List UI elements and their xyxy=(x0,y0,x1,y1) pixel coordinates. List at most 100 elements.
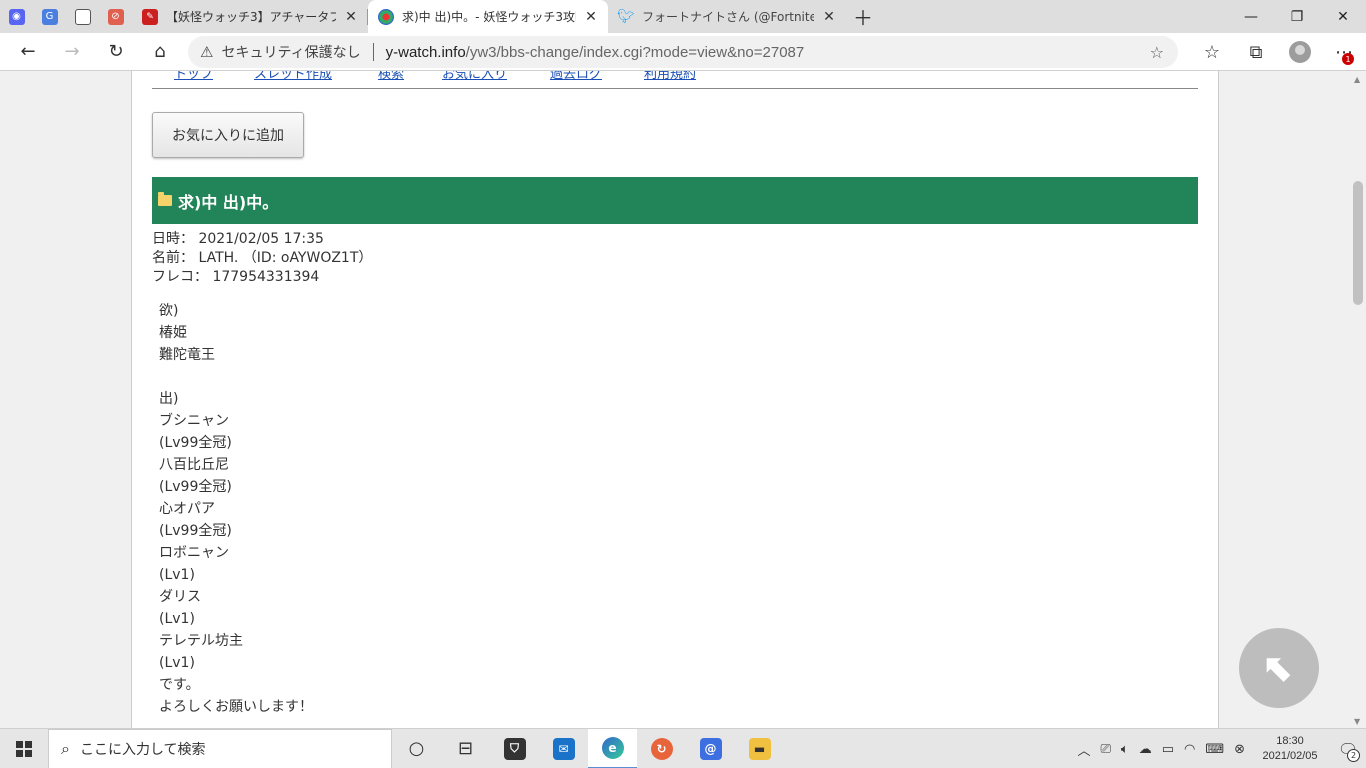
page-viewport: トップ スレッド作成 検索 お気に入り 過去ログ 利用規約 お気に入りに追加 求… xyxy=(0,71,1350,728)
post-friend-code: フレコ： 177954331394 xyxy=(152,268,372,287)
post-body: 欲) 椿姫 難陀竜王 出) ブシニャン (Lv99全冠) 八百比丘尼 (Lv99… xyxy=(159,300,313,718)
body-line: 難陀竜王 xyxy=(159,347,215,363)
battery-icon[interactable]: ▭ xyxy=(1157,742,1179,757)
scrollbar-thumb[interactable] xyxy=(1353,181,1363,305)
close-icon[interactable]: ✕ xyxy=(582,9,600,25)
notification-center-button[interactable]: 🗨︎ 2 xyxy=(1330,729,1366,768)
close-icon[interactable]: ✕ xyxy=(820,9,838,25)
device-icon[interactable]: ⎚ xyxy=(1095,742,1115,757)
body-line: 出) xyxy=(159,391,179,407)
clock[interactable]: 18:30 2021/02/05 xyxy=(1250,734,1330,764)
body-line: よろしくお願いします！ xyxy=(159,699,313,715)
body-line xyxy=(159,366,313,388)
back-button[interactable]: ← xyxy=(6,33,50,71)
body-line: ブシニャン xyxy=(159,413,229,429)
nav-link-create-thread[interactable]: スレッド作成 xyxy=(254,71,332,82)
keyboard-icon[interactable]: ⌨ xyxy=(1200,742,1229,757)
file-explorer-icon[interactable]: ▬ xyxy=(735,729,784,768)
maximize-button[interactable]: ❐ xyxy=(1274,0,1320,33)
page-scrollbar[interactable]: ▲ ▼ xyxy=(1350,71,1366,728)
name-label: 名前： xyxy=(152,250,194,266)
favorites-icon[interactable]: ☆ xyxy=(1190,33,1234,71)
clock-date: 2021/02/05 xyxy=(1262,750,1318,762)
blank-page-icon xyxy=(74,8,91,25)
refresh-button[interactable]: ↻ xyxy=(94,33,138,71)
discord-icon: ◉ xyxy=(8,8,25,25)
body-line: (Lv99全冠) xyxy=(159,435,232,451)
pinned-tab-translate[interactable]: G xyxy=(33,0,66,33)
edge-icon[interactable]: e xyxy=(588,728,637,768)
tab-youkai-watch-tablet[interactable]: ✎ 【妖怪ウォッチ3】アチャータブレットは… ✕ xyxy=(132,0,368,33)
new-tab-button[interactable]: ＋ xyxy=(846,0,880,33)
close-window-button[interactable]: ✕ xyxy=(1320,0,1366,33)
scroll-up-icon[interactable]: ▲ xyxy=(1354,75,1360,84)
window-controls: — ❐ ✕ xyxy=(1228,0,1366,33)
wifi-icon[interactable]: ◠ xyxy=(1179,742,1200,757)
body-line: (Lv1) xyxy=(159,567,195,583)
search-placeholder: ここに入力して検索 xyxy=(79,741,206,758)
cortana-button[interactable]: ○ xyxy=(392,729,441,768)
post-meta: 日時： 2021/02/05 17:35 名前： LATH. （ID: oAYW… xyxy=(152,230,372,287)
store-icon[interactable]: ⛉ xyxy=(490,729,539,768)
profile-button[interactable] xyxy=(1278,33,1322,71)
taskbar-search[interactable]: ⌕ ここに入力して検索 xyxy=(48,728,392,768)
twitter-icon: 🐦︎ xyxy=(617,8,635,25)
security-label[interactable]: セキュリティ保護なし xyxy=(221,42,360,62)
warning-icon[interactable]: ⚠ xyxy=(200,43,213,61)
top-nav: トップ スレッド作成 検索 お気に入り 過去ログ 利用規約 xyxy=(152,71,1198,89)
tab-current-post[interactable]: 求)中 出)中。- 妖怪ウォッチ3攻略情… ✕ xyxy=(368,0,608,33)
app-icon[interactable]: ↻ xyxy=(637,729,686,768)
settings-menu-button[interactable]: ⋯ 1 xyxy=(1322,33,1366,71)
google-translate-icon: G xyxy=(41,8,58,25)
volume-icon[interactable]: 🔈︎ xyxy=(1116,742,1134,757)
body-line: (Lv1) xyxy=(159,611,195,627)
nav-link-search[interactable]: 検索 xyxy=(378,71,404,82)
cloud-icon[interactable]: ☁ xyxy=(1134,742,1157,757)
scroll-to-top-button[interactable]: ⬉ xyxy=(1239,628,1319,708)
search-icon: ⌕ xyxy=(61,738,70,758)
avatar xyxy=(1289,41,1311,63)
scroll-down-icon[interactable]: ▼ xyxy=(1354,717,1360,726)
body-line: (Lv99全冠) xyxy=(159,523,232,539)
email-client-icon[interactable]: @ xyxy=(686,729,735,768)
chevron-up-icon[interactable]: ︿ xyxy=(1072,740,1095,759)
forward-button[interactable]: → xyxy=(50,33,94,71)
pinned-tab-blank[interactable] xyxy=(66,0,99,33)
minimize-button[interactable]: — xyxy=(1228,0,1274,33)
tab-fortnite-twitter[interactable]: 🐦︎ フォートナイトさん (@FortniteJP) / Tw… ✕ xyxy=(608,0,846,33)
address-bar[interactable]: ⚠ セキュリティ保護なし y-watch.info/yw3/bbs-change… xyxy=(188,36,1178,68)
friend-code-label: フレコ： xyxy=(152,269,208,285)
url-path: /yw3/bbs-change/index.cgi?mode=view&no=2… xyxy=(465,43,805,61)
browser-toolbar: ← → ↻ ⌂ ⚠ セキュリティ保護なし y-watch.info/yw3/bb… xyxy=(0,33,1366,71)
url-text[interactable]: y-watch.info/yw3/bbs-change/index.cgi?mo… xyxy=(386,44,805,61)
system-tray: ︿ ⎚ 🔈︎ ☁ ▭ ◠ ⌨ ⊗ 18:30 2021/02/05 🗨︎ 2 xyxy=(1072,729,1366,768)
body-line: 欲) xyxy=(159,303,179,319)
body-line: ロボニャン xyxy=(159,545,229,561)
nav-link-favorites[interactable]: お気に入り xyxy=(442,71,507,82)
pinned-tab-extension[interactable]: ⊘ xyxy=(99,0,132,33)
body-line: 心オパア xyxy=(159,501,215,517)
friend-code-value: 177954331394 xyxy=(212,269,320,285)
clock-time: 18:30 xyxy=(1276,735,1304,747)
nav-link-top[interactable]: トップ xyxy=(174,71,213,82)
tab-favicon-icon: ✎ xyxy=(142,8,158,25)
add-favorite-icon[interactable]: ☆ xyxy=(1150,43,1164,62)
extension-icon: ⊘ xyxy=(107,8,124,25)
home-button[interactable]: ⌂ xyxy=(138,33,182,71)
post-title: 求)中 出)中。 xyxy=(178,192,279,212)
mail-icon[interactable]: ✉ xyxy=(539,729,588,768)
nav-link-terms[interactable]: 利用規約 xyxy=(644,71,696,82)
notification-badge: 1 xyxy=(1342,53,1354,65)
page-container: トップ スレッド作成 検索 お気に入り 過去ログ 利用規約 お気に入りに追加 求… xyxy=(131,71,1219,728)
nav-link-archive[interactable]: 過去ログ xyxy=(550,71,602,82)
close-icon[interactable]: ✕ xyxy=(342,9,360,25)
start-button[interactable] xyxy=(0,729,48,768)
ime-icon[interactable]: ⊗ xyxy=(1229,742,1250,757)
collections-icon[interactable]: ⧉ xyxy=(1234,33,1278,71)
pinned-tab-discord[interactable]: ◉ xyxy=(0,0,33,33)
body-line: 八百比丘尼 xyxy=(159,457,229,473)
task-view-button[interactable]: ⊟ xyxy=(441,729,490,768)
windows-taskbar: ⌕ ここに入力して検索 ○ ⊟ ⛉ ✉ e ↻ @ ▬ ︿ ⎚ 🔈︎ ☁ ▭ ◠… xyxy=(0,728,1366,768)
divider xyxy=(372,43,374,61)
add-favorite-button[interactable]: お気に入りに追加 xyxy=(152,112,304,158)
